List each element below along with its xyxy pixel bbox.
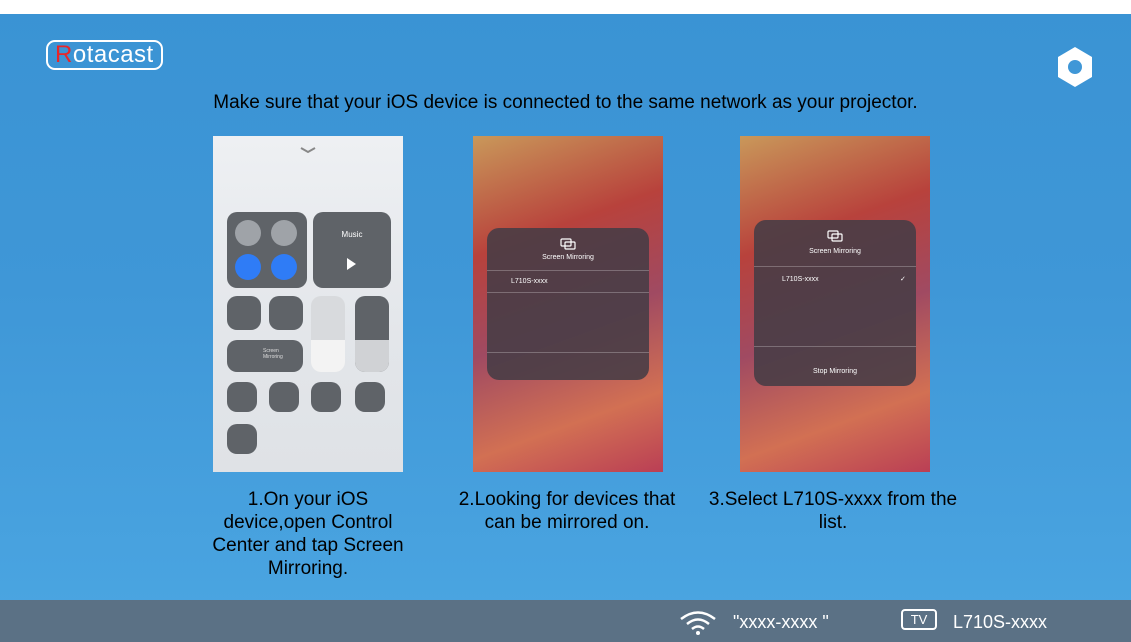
mirroring-title: Screen Mirroring	[542, 254, 594, 261]
logo-letter-r: R	[55, 41, 73, 68]
timer-icon	[269, 382, 299, 412]
mirroring-panel-selected: Screen Mirroring L710S-xxxx ✓ Stop Mirro…	[754, 220, 916, 386]
volume-slider	[355, 296, 389, 372]
mirroring-title: Screen Mirroring	[809, 248, 861, 255]
settings-icon[interactable]	[1052, 44, 1098, 90]
play-icon	[347, 258, 356, 270]
screen-mirroring-icon	[827, 230, 843, 242]
music-tile: Music	[313, 212, 391, 288]
step2-caption: 2.Looking for devices that can be mirror…	[458, 489, 676, 533]
rotacast-logo: Rotacast	[46, 40, 163, 70]
mirroring-list-screenshot: Screen Mirroring L710S-xxxx	[473, 136, 663, 472]
control-center-screenshot: Music Screen Mirroring	[213, 136, 403, 472]
screen-mirroring-label: Screen Mirroring	[263, 348, 283, 360]
camera-icon	[355, 382, 385, 412]
main-screen: Rotacast Make sure that your iOS device …	[0, 0, 1131, 642]
moon-icon	[269, 296, 303, 330]
top-border	[0, 0, 1131, 14]
rotation-lock-icon	[227, 296, 261, 330]
airplane-icon	[235, 220, 261, 246]
cellular-icon	[271, 220, 297, 246]
device-name: L710S-xxxx	[953, 612, 1048, 632]
checkmark-icon: ✓	[900, 276, 906, 283]
step1-caption: 1.On your iOS device,open Control Center…	[212, 489, 404, 579]
calculator-icon	[311, 382, 341, 412]
device-item-selected: L710S-xxxx	[782, 276, 819, 283]
music-label: Music	[341, 230, 363, 239]
brightness-slider	[311, 296, 345, 372]
stop-mirroring-label: Stop Mirroring	[813, 368, 857, 375]
bluetooth-icon	[271, 254, 297, 280]
logo-text: otacast	[72, 41, 154, 68]
wifi-network-name: "xxxx-xxxx "	[733, 612, 829, 632]
mirroring-selected-screenshot: Screen Mirroring L710S-xxxx ✓ Stop Mirro…	[740, 136, 930, 472]
mirroring-label-line2: Mirroring	[263, 354, 283, 360]
flashlight-icon	[227, 382, 257, 412]
wifi-toggle-icon	[235, 254, 261, 280]
wifi-icon	[680, 611, 716, 635]
device-item: L710S-xxxx	[511, 278, 548, 285]
screen-mirroring-icon	[560, 238, 576, 250]
chevron-down-icon	[300, 147, 316, 154]
tv-icon: TV	[901, 609, 937, 630]
instruction-text: Make sure that your iOS device is connec…	[213, 92, 918, 113]
step3-caption: 3.Select L710S-xxxx from the list.	[708, 489, 958, 533]
mirroring-panel: Screen Mirroring L710S-xxxx	[487, 228, 649, 380]
connectivity-tile	[227, 212, 307, 288]
screen-mirroring-tile: Screen Mirroring	[227, 340, 303, 372]
qr-scanner-icon	[227, 424, 257, 454]
